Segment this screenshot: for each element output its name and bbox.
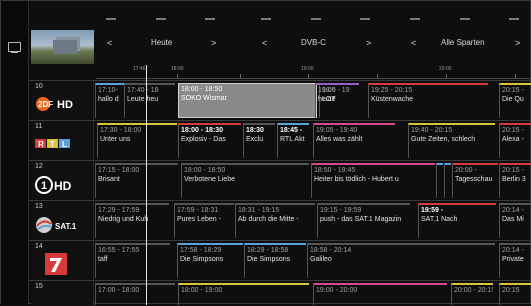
svg-text:HD: HD: [57, 99, 73, 111]
program-cell[interactable]: 18:50 - 19:45 Heiter bis tödlich - Hubert…: [311, 163, 435, 198]
svg-text:2DF: 2DF: [38, 100, 53, 109]
program-cell[interactable]: 18:00 - 18:50 Verbotene Liebe: [181, 163, 309, 198]
channel-number: 15: [35, 283, 43, 290]
channel-cell[interactable]: 14: [31, 241, 94, 280]
channel-row: 10 2DF HD 17:10- hallo d 17:40 - 18 Leute …: [29, 80, 531, 120]
time-mark: 19:00: [301, 66, 314, 72]
genre-selector[interactable]: < Alle Sparten >: [405, 18, 531, 48]
time-mark: 20:00: [439, 66, 452, 72]
svg-text:1: 1: [41, 180, 47, 192]
program-cell[interactable]: 19:00 - 19 heute: [315, 83, 359, 118]
program-cell[interactable]: 20:15: [499, 283, 531, 305]
program-cell[interactable]: 20:00 - Tagesschau: [452, 163, 498, 198]
left-sidebar: [1, 1, 29, 305]
channel-number: 13: [35, 203, 43, 210]
program-cell[interactable]: 17:15 - 18:00 Brisant: [95, 163, 178, 198]
program-cell[interactable]: 17:40 - 18 Leute heu: [124, 83, 175, 118]
program-cell[interactable]: [436, 163, 443, 198]
zdf-hd-logo: 2DF HD: [36, 97, 73, 111]
channel-row: 13 SAT.1 17:29 - 17:59 Niedrig und Kuh 17…: [29, 200, 531, 240]
channel-cell[interactable]: 10 2DF HD: [31, 81, 94, 120]
program-cell[interactable]: 17:59 - 18:31 Pures Leben -: [174, 203, 234, 238]
program-cell[interactable]: 19:40 - 20:15 Gute Zeiten, schlech: [408, 123, 495, 158]
time-mark: 18:00: [171, 66, 184, 72]
program-cell[interactable]: 17:30 - 18:00 Unter uns: [97, 123, 177, 158]
program-cell[interactable]: 19:59 - SAT.1 Nach: [418, 203, 496, 238]
current-time-indicator: [146, 65, 147, 305]
program-cell[interactable]: 20:15 - Berlin 3: [499, 163, 531, 198]
channel-row: 11 R T L 17:30 - 18:00 Unter uns 18:00 - …: [29, 120, 531, 160]
program-cell[interactable]: 20:00 - 20:15: [451, 283, 493, 305]
channel-row: 14 16:55 - 17:55 taff 17:58 - 18:29 Die Si…: [29, 240, 531, 280]
program-cell[interactable]: 20:15 - Alexa -: [499, 123, 531, 158]
svg-text:SAT.1: SAT.1: [55, 222, 77, 231]
program-cell[interactable]: 18:58 - 20:14 Galileo: [307, 243, 495, 278]
program-cell[interactable]: 17:10- hallo d: [95, 83, 124, 118]
channel-cell[interactable]: 12 1 HD: [31, 161, 94, 200]
source-next-button[interactable]: >: [366, 38, 371, 48]
channel-number: 12: [35, 163, 43, 170]
day-label: Heute: [151, 38, 173, 47]
svg-text:L: L: [62, 140, 67, 149]
channel-number: 11: [35, 123, 43, 130]
live-preview-thumbnail[interactable]: [31, 30, 94, 64]
program-cell[interactable]: [444, 163, 451, 198]
genre-next-button[interactable]: >: [515, 38, 520, 48]
channel-number: 10: [35, 83, 43, 90]
das-erste-hd-logo: 1 HD: [35, 176, 72, 194]
tv-icon[interactable]: [8, 42, 21, 53]
day-selector[interactable]: < Heute >: [101, 18, 227, 48]
current-time-label: 17:46: [133, 66, 146, 72]
program-cell[interactable]: 16:55 - 17:55 taff: [95, 243, 170, 278]
day-prev-button[interactable]: <: [107, 38, 112, 48]
source-selector[interactable]: < DVB-C >: [256, 18, 382, 48]
channel-number: 14: [35, 243, 43, 250]
program-cell[interactable]: 17:29 - 17:59 Niedrig und Kuh: [95, 203, 169, 238]
day-next-button[interactable]: >: [211, 38, 216, 48]
channel-cell[interactable]: 11 R T L: [31, 121, 94, 160]
program-cell[interactable]: 19:00 - 20:00: [313, 283, 447, 305]
channel-cell[interactable]: 13 SAT.1: [31, 201, 94, 240]
program-cell[interactable]: 18:00 - 19:00: [178, 283, 309, 305]
program-cell[interactable]: 18:00 - 18:30 Explosiv - Das: [178, 123, 241, 158]
svg-text:HD: HD: [54, 179, 72, 193]
program-cell[interactable]: 17:00 - 18:00: [95, 283, 175, 305]
program-cell[interactable]: 18:30 Exclu: [243, 123, 275, 158]
sat1-logo: SAT.1: [36, 217, 77, 233]
channel-row: 15 17:00 - 18:00 18:00 - 19:00 19:00 - 2…: [29, 280, 531, 306]
program-cell[interactable]: 19:15 - 19:59 push - das SAT.1 Magazin: [317, 203, 410, 238]
program-cell[interactable]: 18:31 - 19:15 Ab durch die Mitte -: [235, 203, 315, 238]
rtl-logo: R T L: [35, 139, 70, 149]
svg-text:R: R: [38, 140, 44, 149]
source-prev-button[interactable]: <: [262, 38, 267, 48]
program-cell[interactable]: 19:05 - 19:40 Alles was zählt: [313, 123, 395, 158]
program-cell-selected[interactable]: 18:00 - 18:50 SOKO Wismar: [178, 83, 317, 118]
program-cell[interactable]: 18:29 - 18:58 Die Simpsons: [244, 243, 306, 278]
prosieben-logo: [45, 253, 67, 275]
genre-prev-button[interactable]: <: [411, 38, 416, 48]
timeline-bar: 17:46 18:00 19:00 20:00: [96, 65, 531, 79]
svg-text:T: T: [50, 140, 55, 149]
program-cell[interactable]: 20:15 - Die Qu: [499, 83, 531, 118]
source-label: DVB-C: [301, 38, 326, 47]
epg-screen: < Heute > < DVB-C > < Alle Sparten > 17:…: [0, 0, 531, 306]
program-cell[interactable]: 18:45 - RTL Akt: [277, 123, 309, 158]
program-cell[interactable]: 17:58 - 18:29 Die Simpsons: [177, 243, 243, 278]
program-cell[interactable]: 20:14 - Das Mi: [499, 203, 531, 238]
program-cell[interactable]: 19:25 - 20:15 Küstenwache: [368, 83, 488, 118]
channel-cell[interactable]: 15: [31, 281, 94, 306]
genre-label: Alle Sparten: [441, 38, 485, 47]
program-cell[interactable]: 20:14 - Private: [499, 243, 531, 278]
channel-row: 12 1 HD 17:15 - 18:00 Brisant 18:00 - 18:…: [29, 160, 531, 200]
